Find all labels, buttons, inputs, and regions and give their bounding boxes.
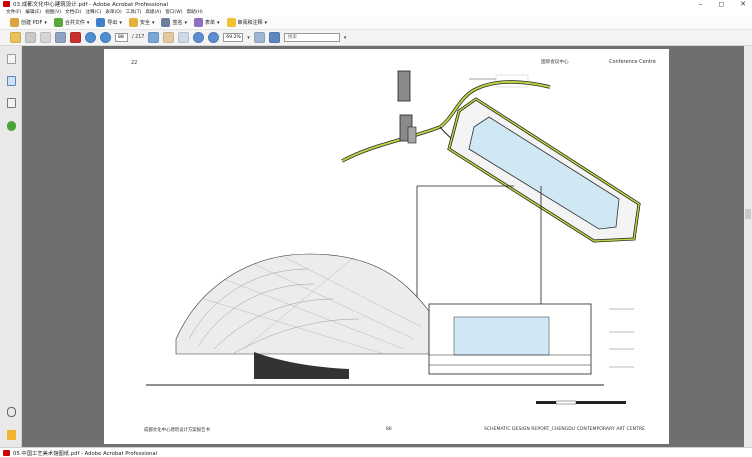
page-number-input[interactable]: 88 [115, 33, 128, 42]
hand-tool-icon[interactable] [163, 32, 175, 43]
next-page-icon[interactable] [100, 32, 111, 43]
previous-page-icon[interactable] [85, 32, 96, 43]
vertical-scrollbar[interactable] [744, 46, 752, 447]
scrollbar-thumb[interactable] [745, 209, 751, 219]
signatures-icon[interactable] [7, 98, 16, 108]
comments-icon[interactable] [7, 430, 16, 440]
secure-button[interactable]: 安全 ▾ [128, 18, 155, 27]
fit-width-icon[interactable] [268, 32, 280, 43]
page-header-cn: 国际会议中心 [541, 60, 569, 65]
minimize-button[interactable]: – [699, 0, 703, 8]
select-tool-icon[interactable] [148, 32, 160, 43]
page-number-label: 22 [131, 60, 138, 66]
form-icon [193, 18, 203, 27]
menu-advanced[interactable]: 高级(A) [144, 9, 162, 15]
sign-button[interactable]: 签名 ▾ [161, 18, 187, 27]
pages-icon[interactable] [7, 54, 16, 64]
page-header-en: Conference Centre [609, 59, 656, 65]
zoom-level-input[interactable]: 69.2% [223, 33, 244, 42]
scale-bar-segment-1 [536, 401, 556, 404]
menu-help[interactable]: 帮助(H) [186, 9, 204, 15]
acrobat-icon [3, 1, 10, 7]
print-icon[interactable] [25, 32, 36, 43]
search-dropdown[interactable]: ▾ [344, 35, 347, 41]
scale-bar-segment-3 [576, 401, 626, 404]
combine-files-button[interactable]: 合并文件 ▾ [53, 18, 90, 27]
maximize-button[interactable]: ◻ [718, 0, 724, 8]
menu-forms[interactable]: 表单(O) [104, 9, 122, 15]
menu-view[interactable]: 视图(V) [44, 9, 62, 15]
export-button[interactable]: 导出 ▾ [96, 18, 122, 27]
chevron-down-icon: ▾ [119, 19, 122, 26]
acrobat-icon [3, 449, 10, 456]
menu-bar: 文件(F) 编辑(E) 视图(V) 文档(D) 注释(C) 表单(O) 工具(T… [0, 8, 752, 16]
architectural-drawing [146, 70, 641, 405]
section-shadow [254, 352, 349, 379]
chevron-down-icon: ▾ [86, 19, 90, 26]
chevron-down-icon: ▾ [184, 19, 187, 26]
page-footer-number: 86 [386, 427, 392, 432]
help-icon[interactable] [7, 121, 16, 131]
title-bar: 03.成都文化中心建筑设计.pdf - Adobe Acrobat Profes… [0, 0, 752, 8]
attachments-icon[interactable] [7, 76, 16, 86]
menu-comments[interactable]: 注释(C) [84, 9, 102, 15]
plan-tower-1 [397, 70, 411, 102]
pdf-icon[interactable] [70, 32, 81, 43]
forms-button[interactable]: 表单 ▾ [193, 18, 220, 27]
create-pdf-icon [10, 18, 19, 27]
lock-icon [128, 18, 138, 27]
zoom-out-icon[interactable] [193, 32, 205, 43]
close-button[interactable]: ✕ [740, 0, 746, 8]
zoom-in-icon[interactable] [208, 32, 220, 43]
page-footer-cn: 成都文化中心建筑设计方案报告书 [144, 428, 210, 433]
second-window-titlebar[interactable]: 05.中国工艺美术馆图纸.pdf - Adobe Acrobat Profess… [0, 447, 752, 457]
chevron-down-icon: ▾ [151, 19, 155, 26]
review-comment-button[interactable]: 审阅和注释 ▾ [226, 18, 268, 27]
menu-file[interactable]: 文件(F) [5, 9, 22, 15]
task-toolbar: 创建 PDF ▾ 合并文件 ▾ 导出 ▾ 安全 ▾ 签名 ▾ 表单 ▾ 审阅和注… [0, 16, 752, 30]
page-footer-en: SCHEMATIC DESIGN REPORT_CHENGDU CONTEMPO… [484, 427, 645, 432]
chevron-down-icon: ▾ [44, 19, 47, 26]
window-title: 03.成都文化中心建筑设计.pdf - Adobe Acrobat Profes… [13, 2, 169, 8]
second-window-title: 05.中国工艺美术馆图纸.pdf - Adobe Acrobat Profess… [13, 450, 158, 457]
paperclip-icon[interactable] [7, 407, 16, 417]
open-folder-icon[interactable] [10, 32, 21, 43]
menu-edit[interactable]: 编辑(E) [24, 9, 42, 15]
create-pdf-button[interactable]: 创建 PDF ▾ [10, 18, 47, 27]
window-controls: – ◻ ✕ [699, 0, 746, 8]
pdf-page: 22 国际会议中心 Conference Centre 成都文化中心建筑设计方案… [104, 49, 669, 444]
menu-document[interactable]: 文档(D) [64, 9, 82, 15]
navigation-toolbar: 88 / 217 69.2% ▾ ▾ [0, 30, 752, 46]
chevron-down-icon: ▾ [217, 19, 220, 26]
combine-icon [53, 18, 63, 27]
zoom-tool-icon[interactable] [178, 32, 190, 43]
chevron-down-icon: ▾ [264, 19, 268, 26]
email-icon[interactable] [40, 32, 51, 43]
zoom-dropdown[interactable]: ▾ [247, 35, 250, 41]
export-icon [96, 18, 106, 27]
save-icon[interactable] [55, 32, 66, 43]
fit-page-icon[interactable] [253, 32, 265, 43]
menu-window[interactable]: 窗口(W) [164, 9, 183, 15]
navigation-pane [0, 46, 22, 447]
section-hall [453, 316, 550, 356]
menu-tools[interactable]: 工具(T) [125, 9, 143, 15]
page-total: / 217 [132, 35, 145, 40]
plan-tower-3 [407, 126, 417, 144]
search-input[interactable] [283, 33, 340, 42]
comment-icon [226, 18, 236, 27]
scale-bar-segment-2 [555, 400, 577, 405]
pen-icon [161, 18, 171, 27]
